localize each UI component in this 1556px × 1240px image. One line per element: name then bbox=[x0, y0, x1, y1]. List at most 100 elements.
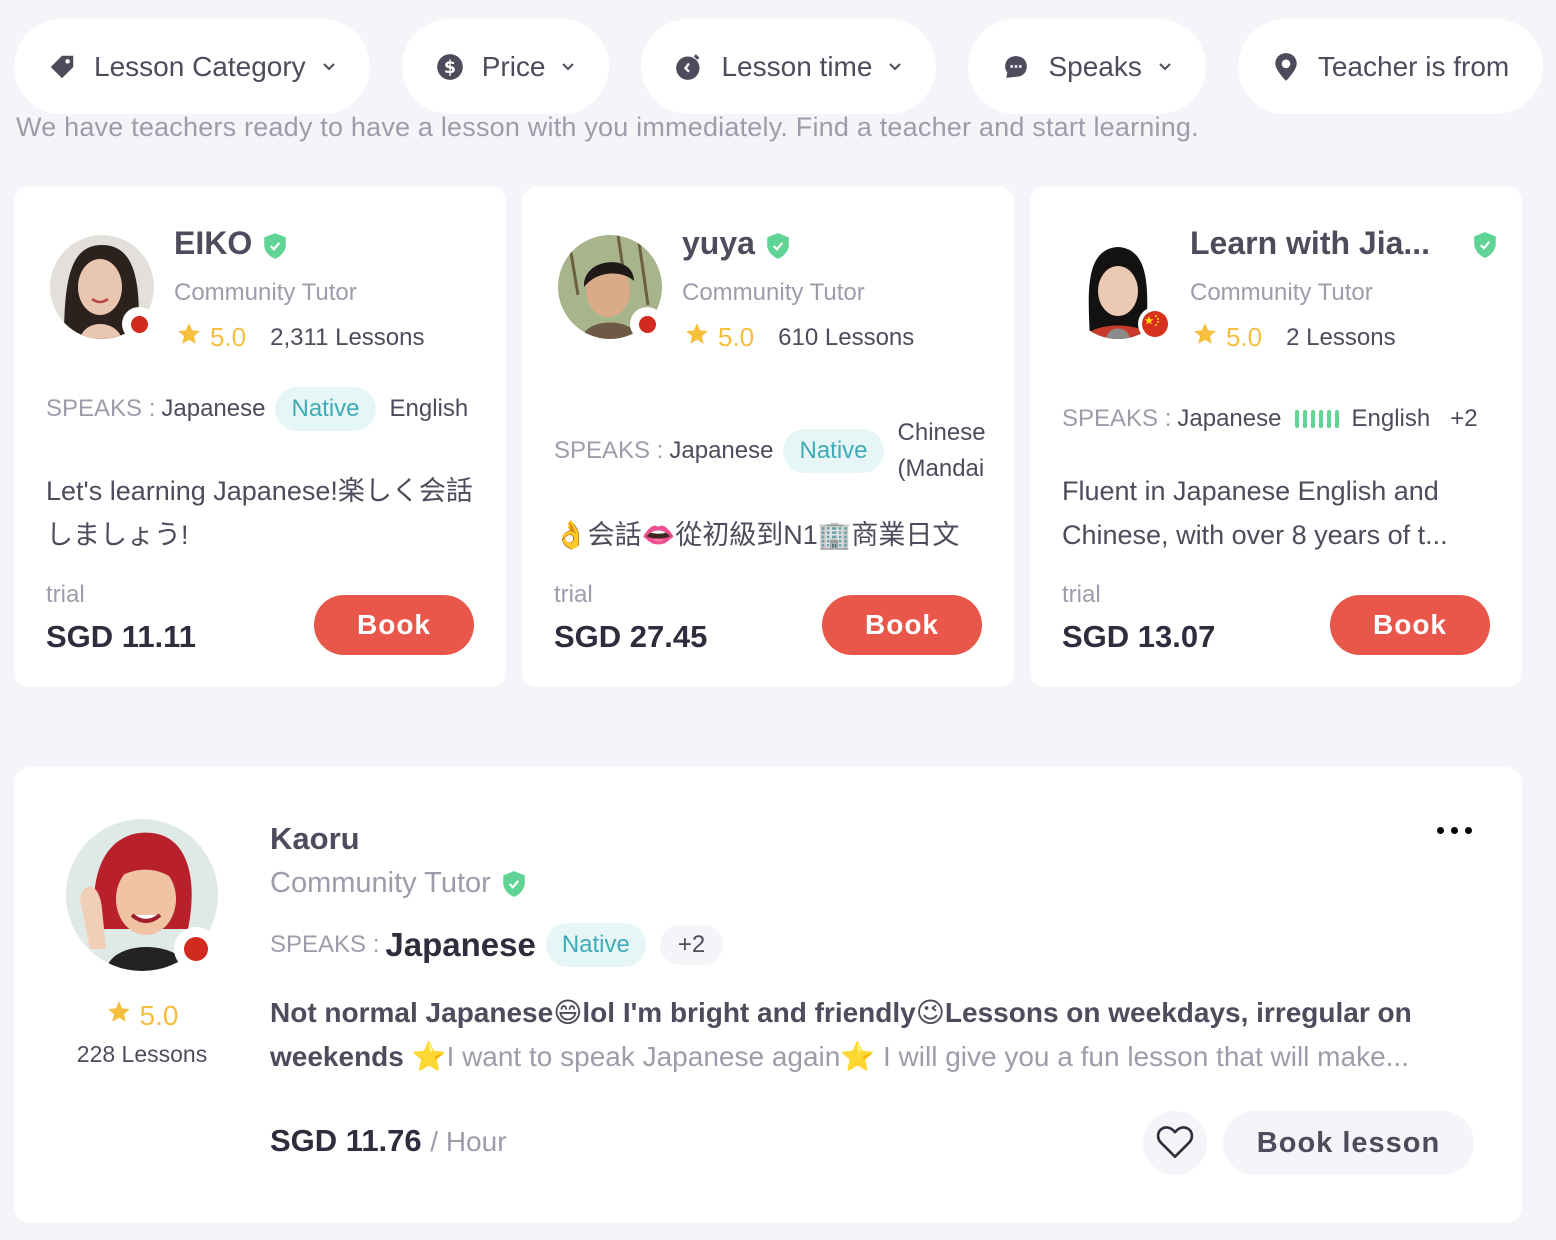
chat-icon bbox=[1000, 51, 1032, 83]
filter-label: Speaks bbox=[1048, 50, 1142, 82]
primary-language: Japanese bbox=[1177, 405, 1282, 432]
tutor-name[interactable]: yuya bbox=[682, 225, 791, 262]
tag-icon bbox=[46, 51, 78, 83]
verified-shield-icon bbox=[765, 232, 791, 260]
trial-price: SGD 11.11 bbox=[46, 619, 196, 654]
native-badge: Native bbox=[545, 923, 646, 967]
native-badge: Native bbox=[275, 387, 376, 431]
flag-china bbox=[1138, 307, 1172, 341]
trial-label: trial bbox=[554, 581, 593, 608]
speaks-label: SPEAKS : bbox=[1062, 405, 1172, 432]
rating: 5.0 2,311 Lessons bbox=[176, 321, 425, 354]
flag-japan bbox=[122, 307, 156, 341]
tutor-listing-page: We have teachers ready to have a lesson … bbox=[0, 0, 1556, 1240]
rating: 5.0 610 Lessons bbox=[684, 321, 914, 354]
lesson-count: 2 Lessons bbox=[1286, 323, 1396, 351]
rating-score: 5.0 bbox=[718, 322, 755, 352]
featured-tutor-card[interactable]: 5.0 228 Lessons Kaoru Community Tutor SP… bbox=[14, 767, 1522, 1223]
trial-price: SGD 27.45 bbox=[554, 619, 708, 654]
tutor-type-row: Community Tutor bbox=[270, 867, 527, 900]
speaks-label: SPEAKS : bbox=[46, 395, 156, 422]
speaks-label: SPEAKS : bbox=[554, 437, 664, 464]
filter-label: Lesson time bbox=[721, 50, 873, 82]
price-value: SGD 11.76 bbox=[270, 1123, 422, 1158]
filter-teacher-from[interactable]: Teacher is from bbox=[1237, 19, 1544, 114]
tutor-card[interactable]: Learn with Jia... Community Tutor 5.0 2 … bbox=[1030, 187, 1522, 687]
lesson-count: 2,311 Lessons bbox=[270, 323, 425, 351]
rating: 5.0 2 Lessons bbox=[1192, 321, 1396, 354]
speaks-row: SPEAKS : Japanese English +2 bbox=[1062, 405, 1478, 433]
book-button[interactable]: Book bbox=[822, 595, 982, 655]
verified-shield-icon bbox=[262, 232, 288, 260]
dollar-icon: $ bbox=[434, 51, 466, 83]
other-language: English bbox=[1351, 405, 1431, 432]
primary-language: Japanese bbox=[161, 395, 266, 422]
trial-label: trial bbox=[46, 581, 85, 608]
speaks-row: SPEAKS : Japanese Native +2 bbox=[270, 923, 724, 967]
rating: 5.0 bbox=[14, 999, 270, 1032]
chevron-down-icon bbox=[1158, 60, 1172, 74]
tutor-card[interactable]: yuya Community Tutor 5.0 610 Lessons SPE… bbox=[522, 187, 1014, 687]
heart-icon bbox=[1155, 1124, 1195, 1163]
book-button[interactable]: Book bbox=[1330, 595, 1490, 655]
chevron-down-icon bbox=[322, 60, 336, 74]
chevron-down-icon bbox=[561, 60, 575, 74]
primary-language: Japanese bbox=[385, 926, 536, 963]
filter-bar: Lesson Category $ Price Lesson time Spea… bbox=[14, 19, 1544, 114]
favorite-button[interactable] bbox=[1143, 1111, 1207, 1175]
star-icon bbox=[684, 321, 710, 354]
location-pin-icon bbox=[1270, 51, 1302, 83]
book-lesson-button[interactable]: Book lesson bbox=[1223, 1111, 1474, 1175]
lesson-count: 610 Lessons bbox=[778, 323, 915, 351]
more-languages[interactable]: +2 bbox=[1450, 405, 1477, 433]
tutor-type: Community Tutor bbox=[682, 279, 865, 306]
speaks-label: SPEAKS : bbox=[270, 931, 380, 958]
speaks-row: SPEAKS : Japanese Native English bbox=[46, 387, 468, 431]
svg-text:$: $ bbox=[444, 57, 456, 77]
other-language: English bbox=[389, 395, 469, 422]
tutor-description: Not normal Japanese😄lol I'm bright and f… bbox=[270, 991, 1480, 1079]
star-icon bbox=[1192, 321, 1218, 354]
verified-shield-icon bbox=[501, 870, 527, 898]
tutor-name[interactable]: Kaoru bbox=[270, 821, 360, 857]
more-languages[interactable]: +2 bbox=[659, 925, 724, 965]
flag-japan bbox=[630, 307, 664, 341]
tutor-type: Community Tutor bbox=[270, 867, 491, 899]
hourly-price: SGD 11.76 / Hour bbox=[270, 1123, 507, 1159]
star-icon bbox=[106, 999, 132, 1032]
clock-icon bbox=[673, 51, 705, 83]
rating-score: 5.0 bbox=[139, 999, 179, 1031]
tutor-description: 👌会話👄從初級到N1🏢商業日文 bbox=[554, 520, 960, 550]
filter-lesson-category[interactable]: Lesson Category bbox=[14, 19, 370, 114]
native-badge: Native bbox=[783, 429, 884, 473]
filter-lesson-time[interactable]: Lesson time bbox=[641, 19, 937, 114]
rating-score: 5.0 bbox=[210, 322, 247, 352]
verified-shield-icon bbox=[1472, 231, 1498, 259]
filter-speaks[interactable]: Speaks bbox=[968, 19, 1206, 114]
lesson-count: 228 Lessons bbox=[76, 1041, 208, 1067]
tutor-description: Fluent in Japanese English and Chinese, … bbox=[1062, 476, 1448, 550]
trial-price: SGD 13.07 bbox=[1062, 619, 1216, 654]
price-unit: / Hour bbox=[430, 1126, 507, 1157]
filter-price[interactable]: $ Price bbox=[401, 19, 610, 114]
tutor-name[interactable]: EIKO bbox=[174, 225, 288, 262]
tutor-type: Community Tutor bbox=[1190, 279, 1373, 306]
primary-language: Japanese bbox=[669, 437, 774, 464]
flag-japan bbox=[174, 927, 218, 971]
filter-label: Lesson Category bbox=[94, 50, 306, 82]
tutor-type: Community Tutor bbox=[174, 279, 357, 306]
speaks-row: SPEAKS : Japanese Native Chinese (Mandai bbox=[554, 415, 990, 487]
book-button[interactable]: Book bbox=[314, 595, 474, 655]
chevron-down-icon bbox=[888, 60, 902, 74]
rating-score: 5.0 bbox=[1226, 322, 1263, 352]
page-subtitle: We have teachers ready to have a lesson … bbox=[16, 112, 1199, 142]
tutor-description: Let's learning Japanese!楽しく会話しましょう! bbox=[46, 476, 473, 550]
description-body: ⭐I want to speak Japanese again⭐ I will … bbox=[411, 1041, 1409, 1072]
more-options-icon[interactable] bbox=[1437, 827, 1472, 834]
star-icon bbox=[176, 321, 202, 354]
proficiency-bars bbox=[1295, 410, 1340, 428]
tutor-card[interactable]: EIKO Community Tutor 5.0 2,311 Lessons S… bbox=[14, 187, 506, 687]
filter-label: Teacher is from bbox=[1317, 50, 1510, 82]
tutor-name[interactable]: Learn with Jia... bbox=[1190, 225, 1496, 262]
other-language: Chinese (Mandai bbox=[897, 419, 986, 482]
